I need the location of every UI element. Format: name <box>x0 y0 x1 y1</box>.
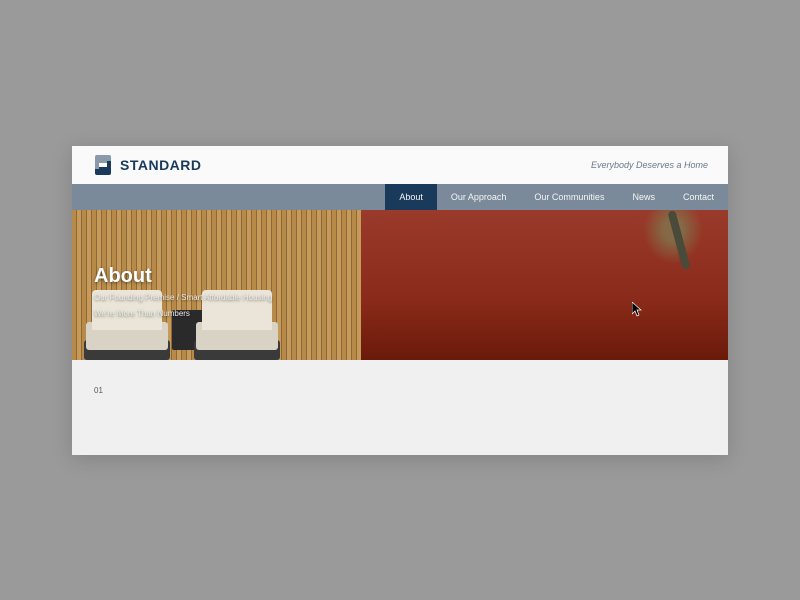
content-area: 01 <box>72 360 728 455</box>
nav-about[interactable]: About <box>385 184 437 210</box>
nav-contact[interactable]: Contact <box>669 184 728 210</box>
logo[interactable]: STANDARD <box>92 154 202 176</box>
page-title: About <box>94 265 272 288</box>
hero-image-right <box>361 210 728 360</box>
site-header: STANDARD Everybody Deserves a Home <box>72 146 728 184</box>
brand-name: STANDARD <box>120 157 202 173</box>
hero-text-block: About Our Founding Premise / Smart Affor… <box>94 265 272 322</box>
page-container: STANDARD Everybody Deserves a Home About… <box>72 146 728 455</box>
page-number: 01 <box>94 386 103 395</box>
nav-our-communities[interactable]: Our Communities <box>520 184 618 210</box>
logo-icon <box>92 154 114 176</box>
nav-our-approach[interactable]: Our Approach <box>437 184 521 210</box>
cursor-icon <box>632 302 643 322</box>
nav-news[interactable]: News <box>618 184 669 210</box>
hero-section: About Our Founding Premise / Smart Affor… <box>72 210 728 360</box>
hero-subtitle-2: We're More Than Numbers <box>94 308 272 321</box>
hero-subtitle-1: Our Founding Premise / Smart Affordable … <box>94 292 272 305</box>
tagline: Everybody Deserves a Home <box>591 160 708 170</box>
main-nav: About Our Approach Our Communities News … <box>72 184 728 210</box>
